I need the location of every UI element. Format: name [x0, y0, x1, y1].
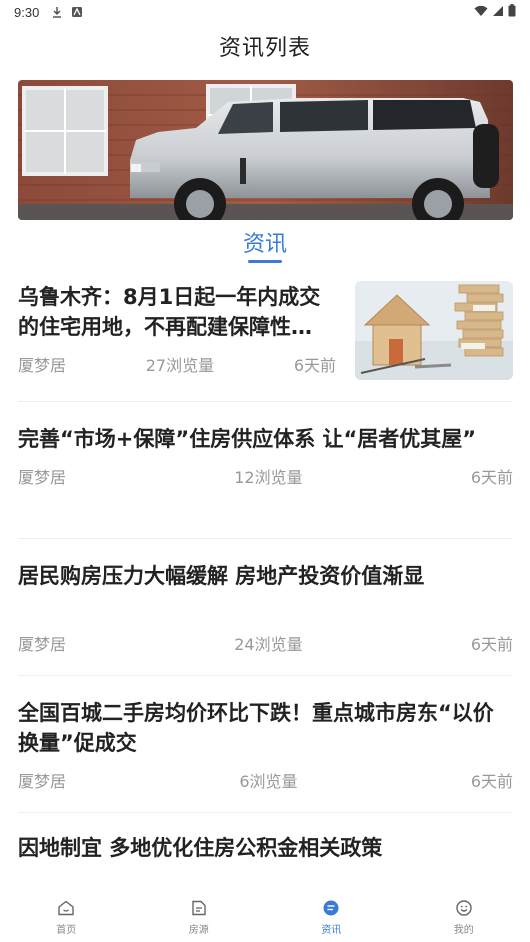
news-title: 因地制宜 多地优化住房公积金相关政策 — [18, 836, 383, 860]
tab-underline — [248, 260, 282, 263]
news-title: 全国百城二手房均价环比下跌！重点城市房东“以价换量”促成交 — [18, 701, 494, 755]
download-icon — [51, 6, 63, 18]
news-source: 厦梦居 — [18, 635, 67, 654]
news-list: 乌鲁木齐：8月1日起一年内成交的住宅用地，不再配建保障性… 厦梦居 27浏览量 … — [18, 268, 513, 883]
news-time: 6天前 — [470, 468, 513, 487]
news-meta: 厦梦居 27浏览量 6天前 — [18, 352, 336, 376]
news-meta: 厦梦居 24浏览量 6天前 — [18, 631, 513, 655]
suv-car-illustration — [18, 80, 513, 220]
news-source: 厦梦居 — [18, 468, 67, 487]
news-title: 居民购房压力大幅缓解 房地产投资价值渐显 — [18, 564, 425, 588]
news-time: 6天前 — [470, 772, 513, 791]
wifi-icon — [474, 5, 488, 20]
news-text: 乌鲁木齐：8月1日起一年内成交的住宅用地，不再配建保障性… — [18, 282, 336, 342]
home-icon — [57, 900, 75, 920]
news-time: 6天前 — [470, 635, 513, 654]
news-time: 6天前 — [293, 356, 336, 375]
nav-label: 房源 — [188, 925, 209, 936]
status-time: 9:30 — [14, 4, 40, 20]
page-title: 资讯列表 — [218, 36, 311, 61]
news-thumbnail[interactable] — [355, 281, 513, 380]
news-views: 12浏览量 — [234, 468, 303, 487]
tab-label-news: 资讯 — [242, 232, 287, 257]
news-meta: 厦梦居 6浏览量 6天前 — [18, 768, 513, 792]
status-bar: 9:30 — [0, 0, 530, 24]
news-views: 24浏览量 — [234, 635, 303, 654]
title-bar: 资讯列表 — [0, 24, 530, 68]
news-meta: 厦梦居 12浏览量 6天前 — [18, 464, 513, 488]
nav-label: 资讯 — [321, 925, 342, 936]
news-title: 完善“市场+保障”住房供应体系 让“居者优其屋” — [18, 427, 477, 451]
nav-item-profile[interactable]: 我的 — [398, 894, 530, 942]
news-item[interactable]: 乌鲁木齐：8月1日起一年内成交的住宅用地，不再配建保障性… 厦梦居 27浏览量 … — [18, 268, 513, 402]
battery-icon — [508, 4, 516, 20]
bottom-nav: 首页 房源 资讯 我的 — [0, 894, 530, 942]
news-source: 厦梦居 — [18, 356, 67, 375]
listing-icon — [191, 900, 207, 920]
news-item[interactable]: 因地制宜 多地优化住房公积金相关政策 — [18, 813, 513, 883]
profile-icon — [456, 900, 472, 920]
app-notification-icon — [71, 6, 83, 18]
nav-item-listings[interactable]: 房源 — [133, 894, 266, 942]
news-item[interactable]: 居民购房压力大幅缓解 房地产投资价值渐显 厦梦居 24浏览量 6天前 — [18, 539, 513, 676]
nav-label: 首页 — [56, 925, 77, 936]
news-icon — [323, 900, 339, 920]
nav-item-home[interactable]: 首页 — [0, 894, 133, 942]
banner-image[interactable] — [18, 80, 513, 220]
news-item[interactable]: 完善“市场+保障”住房供应体系 让“居者优其屋” 厦梦居 12浏览量 6天前 — [18, 402, 513, 539]
news-views: 6浏览量 — [239, 772, 298, 791]
house-model-image — [355, 281, 513, 380]
news-item[interactable]: 全国百城二手房均价环比下跌！重点城市房东“以价换量”促成交 厦梦居 6浏览量 6… — [18, 676, 513, 813]
nav-label: 我的 — [453, 925, 474, 936]
news-section-tab[interactable]: 资讯 — [0, 226, 530, 263]
nav-item-news[interactable]: 资讯 — [265, 894, 398, 942]
news-source: 厦梦居 — [18, 772, 67, 791]
signal-icon — [492, 5, 504, 20]
news-title: 乌鲁木齐：8月1日起一年内成交的住宅用地，不再配建保障性… — [18, 285, 321, 339]
news-views: 27浏览量 — [145, 356, 215, 375]
